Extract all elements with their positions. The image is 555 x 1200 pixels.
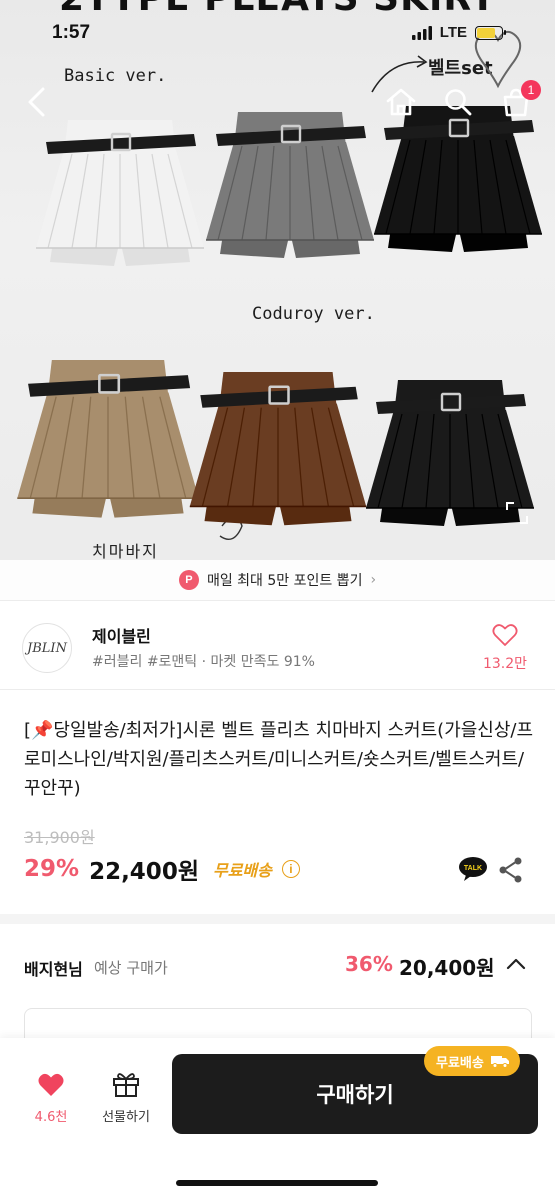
skirt-4	[17, 360, 199, 518]
like-button[interactable]: 4.6천	[24, 1072, 78, 1125]
talk-icon: TALK	[459, 857, 487, 881]
cart-count-badge: 1	[521, 80, 541, 100]
skirt-1	[36, 120, 204, 266]
point-banner-text: 매일 최대 5만 포인트 뽑기	[206, 573, 363, 589]
chevron-up-icon[interactable]	[504, 954, 528, 974]
store-like-count: 13.2만	[482, 656, 528, 672]
section-divider	[0, 914, 555, 924]
price-row: 29% 22,400원 무료배송 i	[24, 852, 300, 886]
gift-icon	[113, 1073, 139, 1097]
network-type: LTE	[439, 24, 467, 41]
search-button[interactable]	[439, 84, 477, 120]
gift-button[interactable]: 선물하기	[94, 1070, 158, 1125]
chevron-right-icon: ›	[370, 572, 377, 588]
signal-icon	[411, 25, 432, 40]
store-like-button[interactable]: 13.2만	[477, 623, 533, 673]
member-name: 배지현님	[24, 960, 83, 979]
expected-discount-rate: 36%	[345, 952, 393, 976]
status-time: 1:57	[52, 22, 91, 43]
store-info-row[interactable]: JBLIN 제이블린 #러블리 #로맨틱 · 마켓 만족도 91% 13.2만	[0, 600, 555, 690]
like-count: 4.6천	[34, 1110, 68, 1125]
truck-icon	[490, 1056, 509, 1068]
back-button[interactable]	[18, 82, 54, 122]
home-icon	[386, 88, 416, 116]
bottom-action-bar: 4.6천 선물하기 구매하기 무료배송	[0, 1038, 555, 1200]
search-icon	[445, 89, 472, 116]
store-logo[interactable]: JBLIN	[22, 623, 72, 673]
skirt-5	[189, 372, 367, 526]
sale-price: 22,400원	[89, 859, 199, 885]
expected-price-row[interactable]: 배지현님 예상 구매가 36% 20,400원	[0, 924, 555, 1008]
point-event-banner[interactable]: P 매일 최대 5만 포인트 뽑기 ›	[0, 560, 555, 600]
free-shipping-pill-label: 무료배송	[436, 1055, 484, 1071]
fullscreen-button[interactable]	[504, 500, 530, 526]
status-indicators: LTE	[411, 24, 506, 41]
expand-icon	[506, 502, 528, 524]
kakao-talk-button[interactable]: TALK	[458, 856, 488, 882]
home-indicator	[176, 1180, 378, 1186]
info-icon[interactable]: i	[281, 860, 300, 878]
cart-button[interactable]: 1	[497, 80, 541, 120]
heart-filled-icon	[38, 1073, 64, 1096]
expected-price: 20,400원	[399, 956, 495, 980]
store-name[interactable]: 제이블린	[92, 623, 151, 647]
original-price: 31,900원	[24, 828, 95, 847]
battery-level	[477, 27, 496, 38]
home-button[interactable]	[382, 84, 420, 120]
skirt-3	[374, 106, 542, 252]
free-shipping-pill: 무료배송	[424, 1046, 520, 1076]
share-button[interactable]	[498, 856, 524, 884]
product-title: [📌당일발송/최저가]시론 벨트 플리츠 치마바지 스커트(가을신상/프로미스나…	[24, 720, 534, 799]
expected-price-label: 예상 구매가	[94, 959, 168, 977]
svg-text:TALK: TALK	[464, 865, 482, 872]
point-icon: P	[178, 570, 199, 590]
battery-icon	[475, 25, 506, 40]
chevron-left-icon	[28, 87, 45, 117]
free-shipping-label: 무료배송	[212, 861, 272, 880]
store-tags: #러블리 #로맨틱 · 마켓 만족도 91%	[92, 654, 315, 670]
discount-rate: 29%	[24, 856, 80, 882]
skirt-2	[206, 112, 374, 258]
heart-outline-icon	[492, 624, 518, 646]
status-bar: 1:57 LTE	[0, 0, 555, 64]
share-icon	[499, 857, 522, 883]
gift-label: 선물하기	[102, 1110, 150, 1125]
